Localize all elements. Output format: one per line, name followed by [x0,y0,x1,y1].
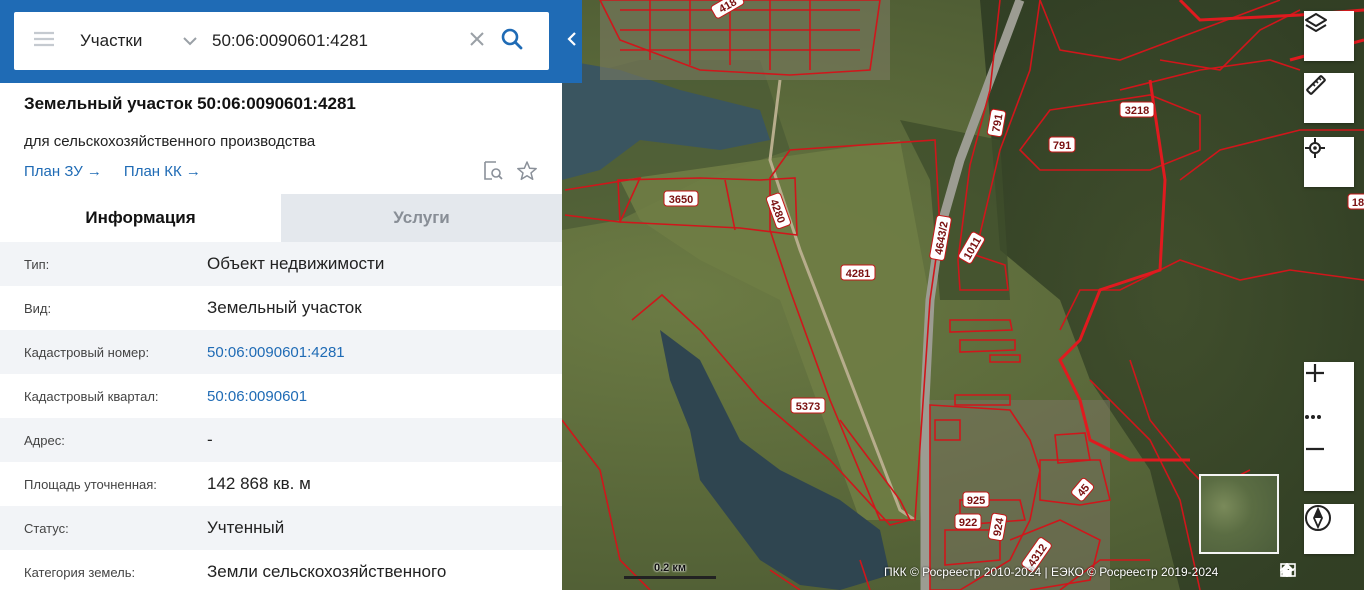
parcel-label[interactable]: 5373 [790,397,826,414]
info-label: Статус: [24,520,69,536]
hamburger-icon [33,31,55,52]
parcel-label[interactable]: 925 [962,491,990,508]
arrow-right-icon: → [185,163,201,180]
svg-text:3218: 3218 [1125,105,1149,117]
info-label: Тип: [24,256,50,272]
info-label: Кадастровый номер: [24,344,150,360]
scale-label: 0.2 км [654,562,686,574]
zoom-more-button[interactable] [1304,414,1354,438]
zoom-in-button[interactable] [1304,362,1354,414]
info-label: Кадастровый квартал: [24,388,159,404]
svg-text:5373: 5373 [796,401,820,413]
plan-kk-label: План КК [123,163,182,180]
svg-text:3650: 3650 [669,194,693,206]
info-row-cadastral-quarter: Кадастровый квартал: 50:06:0090601 [0,374,562,418]
chevron-left-icon [567,31,577,52]
svg-text:791: 791 [1053,140,1071,152]
svg-text:18: 18 [1352,197,1364,209]
info-value: Объект недвижимости [207,254,385,273]
clear-search-button[interactable] [462,12,492,70]
zoom-to-object-button[interactable] [482,160,504,182]
info-value: 142 868 кв. м [207,474,311,493]
search-button[interactable] [492,12,532,70]
measure-button[interactable] [1304,73,1354,123]
search-type-label: Участки [80,31,143,50]
info-value: Земли сельскохозяйственного [207,562,447,581]
info-row-land-category: Категория земель: Земли сельскохозяйстве… [0,550,562,590]
info-panel: Участки Земельный участок 5 [0,0,582,590]
search-icon [501,28,523,55]
compass-button[interactable] [1304,504,1354,554]
bottom-toolbar [1280,563,1354,581]
parcel-label[interactable]: 3650 [663,190,699,207]
plan-links: План ЗУ → План КК → [24,163,201,180]
plan-kk-link[interactable]: План КК → [124,163,201,180]
info-label: Категория земель: [24,564,136,580]
info-label: Адрес: [24,432,65,448]
object-actions [482,160,538,182]
info-value: Учтенный [207,518,285,537]
info-row-type: Тип: Объект недвижимости [0,242,562,286]
cadastral-number-link[interactable]: 50:06:0090601:4281 [207,344,345,361]
parcel-label[interactable]: 922 [954,513,982,530]
info-value: - [207,430,213,449]
info-row-kind: Вид: Земельный участок [0,286,562,330]
svg-text:925: 925 [967,495,985,507]
scale-bar: 0.2 км [624,560,716,580]
arrow-right-icon: → [86,163,102,180]
star-icon [517,161,537,181]
panel-tabs: Информация Услуги [0,194,562,242]
info-label: Вид: [24,300,52,316]
search-input[interactable] [202,12,462,70]
search-document-icon [484,161,503,180]
svg-text:4281: 4281 [846,268,870,280]
search-type-select[interactable]: Участки [74,12,202,70]
svg-text:922: 922 [959,517,977,529]
tab-services[interactable]: Услуги [281,194,562,242]
crosshair-small-icon[interactable] [1280,563,1326,581]
menu-button[interactable] [14,12,74,70]
plan-zu-link[interactable]: План ЗУ → [24,163,102,180]
minimap[interactable] [1199,474,1279,554]
plan-zu-label: План ЗУ [24,163,83,180]
info-value: Земельный участок [207,298,362,317]
parcel-label[interactable]: 791 [1048,136,1076,153]
object-subtitle: для сельскохозяйственного производства [24,133,316,150]
scale-line [624,576,716,579]
parcel-label[interactable]: 18 [1347,193,1364,210]
favorite-button[interactable] [516,160,538,182]
chevron-down-icon [182,32,198,52]
search-box: Участки [14,12,549,70]
map-thumbnail-icon[interactable] [1280,563,1354,581]
locate-button[interactable] [1304,137,1354,187]
object-title: Земельный участок 50:06:0090601:4281 [24,94,356,113]
collapse-panel-button[interactable] [562,0,582,83]
tab-information[interactable]: Информация [0,194,281,242]
info-row-address: Адрес: - [0,418,562,462]
parcel-label[interactable]: 4281 [840,264,876,281]
search-header: Участки [0,0,582,83]
info-table: Тип: Объект недвижимости Вид: Земельный … [0,242,562,590]
layers-button[interactable] [1304,11,1354,61]
cadastral-quarter-link[interactable]: 50:06:0090601 [207,388,307,405]
info-row-status: Статус: Учтенный [0,506,562,550]
info-row-cadastral-number: Кадастровый номер: 50:06:0090601:4281 [0,330,562,374]
parcel-label[interactable]: 3218 [1119,101,1155,118]
village-top [600,0,890,80]
zoom-out-button[interactable] [1304,438,1354,491]
map-attribution: ПКК © Росреестр 2010-2024 | ЕЭКО © Росре… [884,565,1219,579]
info-label: Площадь уточненная: [24,476,157,492]
info-row-area: Площадь уточненная: 142 868 кв. м [0,462,562,506]
close-icon [469,31,485,52]
zoom-control [1304,362,1354,491]
